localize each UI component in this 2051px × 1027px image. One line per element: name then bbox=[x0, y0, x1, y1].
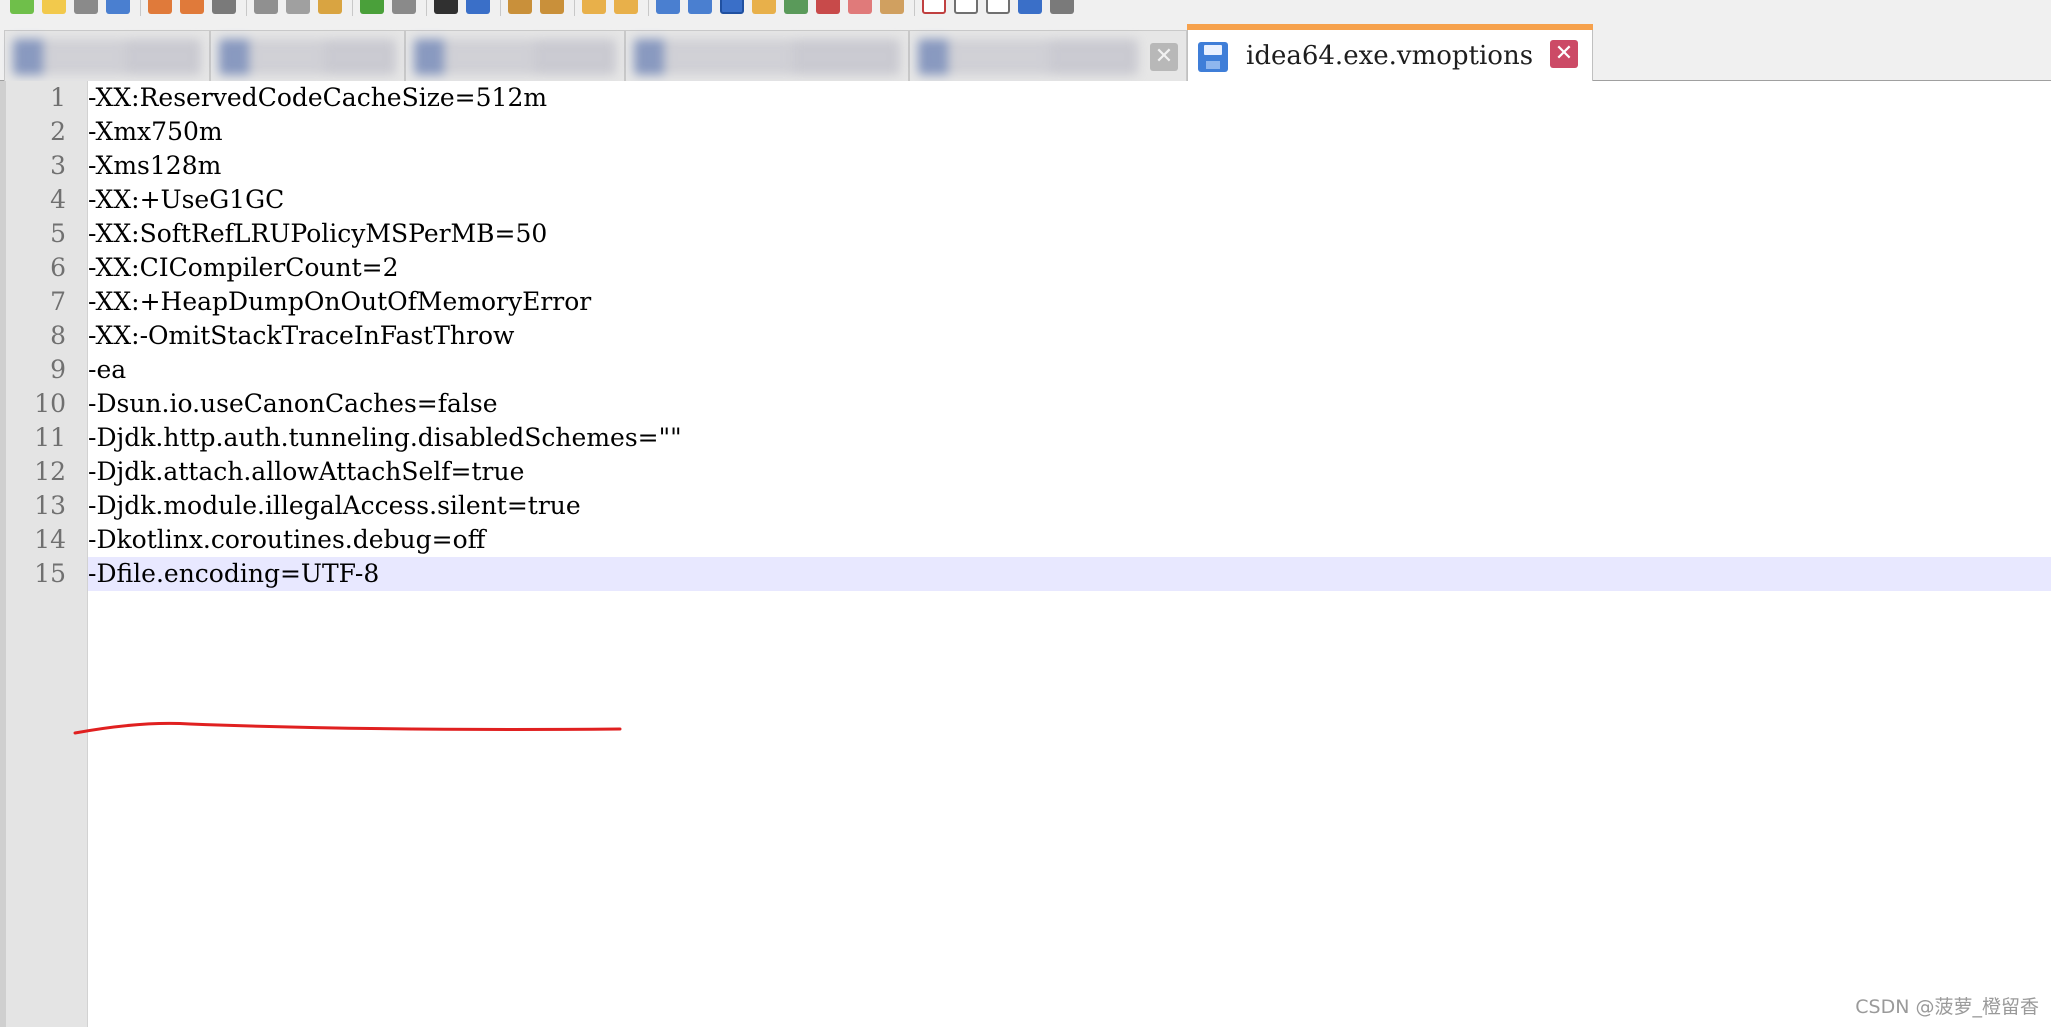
line-text[interactable]: -XX:SoftRefLRUPolicyMSPerMB=50 bbox=[88, 217, 547, 251]
folder-workspace-icon[interactable] bbox=[848, 0, 872, 14]
print-icon[interactable] bbox=[212, 0, 236, 14]
line-text[interactable]: -XX:+UseG1GC bbox=[88, 183, 284, 217]
stop-macro-icon[interactable] bbox=[954, 0, 978, 14]
code-line[interactable]: 7 -XX:+HeapDumpOnOutOfMemoryError bbox=[0, 285, 2051, 319]
new-file-icon[interactable] bbox=[10, 0, 34, 14]
tab-active[interactable]: idea64.exe.vmoptions ✕ bbox=[1187, 24, 1593, 82]
line-number: 11 bbox=[34, 423, 66, 452]
code-line[interactable]: 6 -XX:CICompilerCount=2 bbox=[0, 251, 2051, 285]
paste-icon[interactable] bbox=[318, 0, 342, 14]
tab-blurred-content bbox=[634, 39, 900, 75]
line-number: 8 bbox=[50, 321, 66, 350]
save-all-icon[interactable] bbox=[106, 0, 130, 14]
line-text[interactable]: -XX:+HeapDumpOnOutOfMemoryError bbox=[88, 285, 591, 319]
code-line[interactable]: 2 -Xmx750m bbox=[0, 115, 2051, 149]
tab-blurred-4[interactable] bbox=[625, 30, 909, 81]
zoom-out-icon[interactable] bbox=[540, 0, 564, 14]
sync-horizontal-icon[interactable] bbox=[614, 0, 638, 14]
save-macro-icon[interactable] bbox=[1050, 0, 1074, 14]
line-number: 5 bbox=[50, 219, 66, 248]
tab-blurred-content bbox=[414, 39, 616, 75]
code-line[interactable]: 10 -Dsun.io.useCanonCaches=false bbox=[0, 387, 2051, 421]
line-text[interactable]: -XX:CICompilerCount=2 bbox=[88, 251, 399, 285]
line-number: 12 bbox=[34, 457, 66, 486]
tab-blurred-5[interactable]: ✕ bbox=[909, 30, 1187, 81]
copy-icon[interactable] bbox=[286, 0, 310, 14]
line-text[interactable]: -Xms128m bbox=[88, 149, 221, 183]
line-number: 6 bbox=[50, 253, 66, 282]
show-all-chars-icon[interactable] bbox=[688, 0, 712, 14]
line-text[interactable]: -Djdk.attach.allowAttachSelf=true bbox=[88, 455, 524, 489]
redo-icon[interactable] bbox=[392, 0, 416, 14]
line-text[interactable]: -Xmx750m bbox=[88, 115, 223, 149]
line-number: 2 bbox=[50, 117, 66, 146]
code-line[interactable]: 13 -Djdk.module.illegalAccess.silent=true bbox=[0, 489, 2051, 523]
code-line[interactable]: 1 -XX:ReservedCodeCacheSize=512m bbox=[0, 81, 2051, 115]
code-line[interactable]: 9 -ea bbox=[0, 353, 2051, 387]
function-list-icon[interactable] bbox=[816, 0, 840, 14]
record-macro-icon[interactable] bbox=[922, 0, 946, 14]
word-wrap-icon[interactable] bbox=[656, 0, 680, 14]
line-number: 3 bbox=[50, 151, 66, 180]
close-tab-icon[interactable]: ✕ bbox=[1550, 40, 1578, 68]
line-number: 4 bbox=[50, 185, 66, 214]
line-text[interactable]: -Djdk.http.auth.tunneling.disabledScheme… bbox=[88, 421, 682, 455]
sync-vertical-icon[interactable] bbox=[582, 0, 606, 14]
tab-blurred-1[interactable] bbox=[4, 30, 210, 81]
line-number: 10 bbox=[34, 389, 66, 418]
close-file-icon[interactable] bbox=[148, 0, 172, 14]
tab-blurred-3[interactable] bbox=[405, 30, 625, 81]
line-text[interactable]: -Djdk.module.illegalAccess.silent=true bbox=[88, 489, 581, 523]
language-icon[interactable] bbox=[752, 0, 776, 14]
line-text[interactable]: -ea bbox=[88, 353, 126, 387]
close-tab-icon[interactable]: ✕ bbox=[1150, 43, 1178, 71]
editor[interactable]: 1 -XX:ReservedCodeCacheSize=512m 2 -Xmx750m… bbox=[0, 81, 2051, 1027]
line-number: 13 bbox=[34, 491, 66, 520]
tab-blurred-content bbox=[918, 39, 1138, 75]
tab-blurred-2[interactable] bbox=[210, 30, 405, 81]
saved-file-icon bbox=[1198, 42, 1228, 72]
code-line[interactable]: 15 -Dfile.encoding=UTF-8 bbox=[0, 557, 2051, 591]
line-text[interactable]: -Dfile.encoding=UTF-8 bbox=[88, 557, 379, 591]
toolbar bbox=[0, 0, 2051, 20]
code-line[interactable]: 12 -Djdk.attach.allowAttachSelf=true bbox=[0, 455, 2051, 489]
line-number: 9 bbox=[50, 355, 66, 384]
close-all-icon[interactable] bbox=[180, 0, 204, 14]
code-line[interactable]: 8 -XX:-OmitStackTraceInFastThrow bbox=[0, 319, 2051, 353]
line-text[interactable]: -XX:-OmitStackTraceInFastThrow bbox=[88, 319, 514, 353]
undo-icon[interactable] bbox=[360, 0, 384, 14]
code-line[interactable]: 3 -Xms128m bbox=[0, 149, 2051, 183]
line-number: 1 bbox=[50, 83, 66, 112]
line-number: 15 bbox=[34, 559, 66, 588]
tab-bar: ✕ idea64.exe.vmoptions ✕ bbox=[0, 20, 2051, 82]
code-line[interactable]: 5 -XX:SoftRefLRUPolicyMSPerMB=50 bbox=[0, 217, 2051, 251]
save-icon[interactable] bbox=[74, 0, 98, 14]
zoom-in-icon[interactable] bbox=[508, 0, 532, 14]
run-macro-multiple-icon[interactable] bbox=[1018, 0, 1042, 14]
code-line[interactable]: 11 -Djdk.http.auth.tunneling.disabledSche… bbox=[0, 421, 2051, 455]
line-text[interactable]: -XX:ReservedCodeCacheSize=512m bbox=[88, 81, 547, 115]
current-line-highlight bbox=[88, 557, 2051, 591]
tab-blurred-content bbox=[219, 39, 396, 75]
indent-guide-icon[interactable] bbox=[720, 0, 744, 14]
find-icon[interactable] bbox=[434, 0, 458, 14]
annotation-stroke bbox=[73, 721, 622, 735]
line-number: 14 bbox=[34, 525, 66, 554]
play-macro-icon[interactable] bbox=[986, 0, 1010, 14]
open-file-icon[interactable] bbox=[42, 0, 66, 14]
line-text[interactable]: -Dkotlinx.coroutines.debug=off bbox=[88, 523, 485, 557]
cut-icon[interactable] bbox=[254, 0, 278, 14]
doc-map-icon[interactable] bbox=[784, 0, 808, 14]
monitor-icon[interactable] bbox=[880, 0, 904, 14]
replace-icon[interactable] bbox=[466, 0, 490, 14]
code-line[interactable]: 4 -XX:+UseG1GC bbox=[0, 183, 2051, 217]
watermark: CSDN @菠萝_橙留香 bbox=[1855, 996, 2039, 1018]
tab-blurred-content bbox=[13, 39, 201, 75]
tab-title: idea64.exe.vmoptions bbox=[1246, 41, 1534, 71]
red-underline-annotation bbox=[73, 721, 622, 735]
code-line[interactable]: 14 -Dkotlinx.coroutines.debug=off bbox=[0, 523, 2051, 557]
line-text[interactable]: -Dsun.io.useCanonCaches=false bbox=[88, 387, 498, 421]
line-number: 7 bbox=[50, 287, 66, 316]
